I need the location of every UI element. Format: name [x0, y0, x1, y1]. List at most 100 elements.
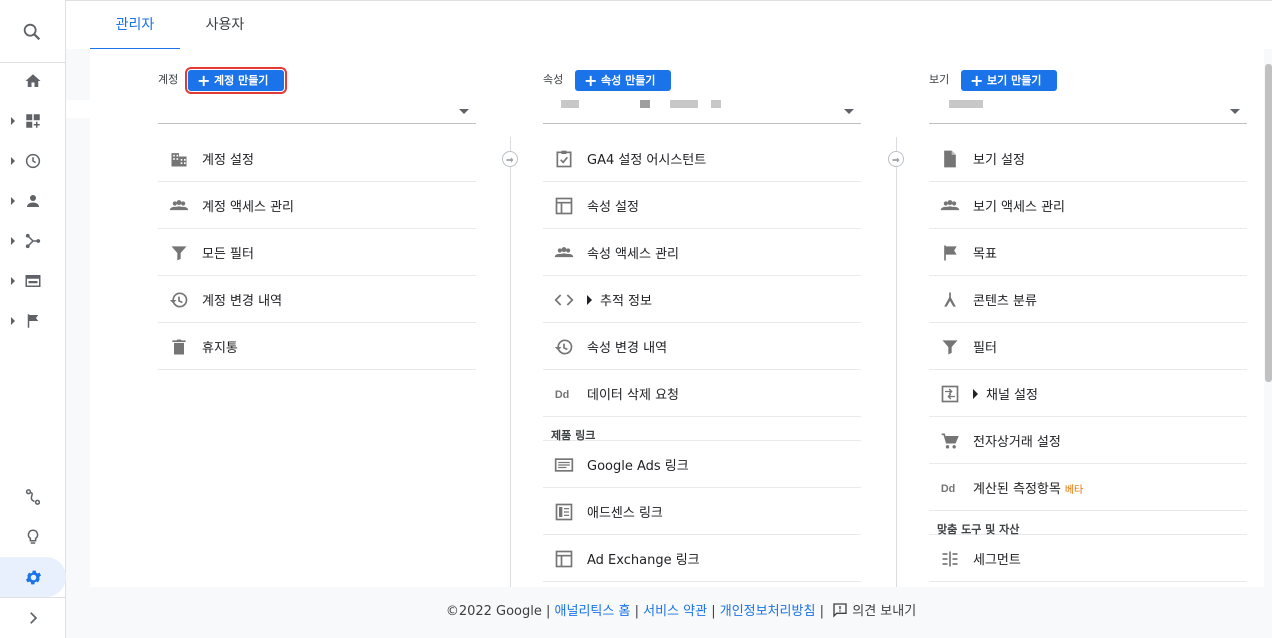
expand-caret-icon [11, 197, 15, 205]
trash-item[interactable]: 휴지통 [158, 323, 476, 370]
tab-user[interactable]: 사용자 [180, 1, 270, 50]
account-access-item[interactable]: 계정 액세스 관리 [158, 182, 476, 229]
google-ads-link-item[interactable]: Google Ads 링크 [543, 441, 861, 488]
expand-caret-icon [11, 277, 15, 285]
analytics-admin-page: 관리자 사용자 계정 + 계정 만들기 계정 설정 계정 액세스 관리 모든 필… [0, 0, 1272, 638]
people-icon [554, 247, 574, 258]
column-divider [896, 137, 897, 587]
browser-icon [25, 275, 41, 287]
account-history-item[interactable]: 계정 변경 내역 [158, 276, 476, 323]
history-icon [554, 339, 573, 355]
create-property-button[interactable]: + 속성 만들기 [575, 70, 672, 91]
account-menu: 계정 설정 계정 액세스 관리 모든 필터 계정 변경 내역 휴지통 [158, 135, 476, 370]
panel-edge [66, 100, 110, 118]
checklist-icon [556, 150, 572, 168]
gear-icon [25, 570, 42, 585]
create-view-button[interactable]: + 보기 만들기 [961, 70, 1058, 91]
view-heading: 보기 [929, 73, 950, 86]
plus-icon: + [584, 71, 598, 90]
menu-item-label: GA4 설정 어시스턴트 [587, 153, 707, 168]
send-feedback-button[interactable]: 의견 보내기 [828, 603, 916, 619]
search-icon[interactable] [21, 21, 43, 43]
dd-icon: Dd [555, 389, 569, 401]
property-history-item[interactable]: 속성 변경 내역 [543, 323, 861, 370]
acquisition-icon [25, 233, 41, 249]
view-settings-item[interactable]: 보기 설정 [929, 135, 1247, 182]
property-access-item[interactable]: 속성 액세스 관리 [543, 229, 861, 276]
create-property-label: 속성 만들기 [601, 74, 656, 87]
privacy-link[interactable]: 개인정보처리방침 [720, 604, 816, 619]
ecommerce-settings-item[interactable]: 전자상거래 설정 [929, 417, 1247, 464]
nav-attribution[interactable] [0, 477, 66, 517]
menu-item-label: 모든 필터 [202, 247, 254, 262]
filter-icon [942, 340, 958, 355]
view-column: 보기 + 보기 만들기 보기 설정 보기 액세스 관리 목표 콘텐츠 분류 필터… [929, 49, 1247, 587]
calculated-metrics-item[interactable]: Dd 계산된 측정항목 베타 [929, 464, 1247, 511]
segments-item[interactable]: 세그먼트 [929, 535, 1247, 582]
dropdown-arrow-icon [1230, 109, 1240, 114]
flag-icon [944, 245, 957, 261]
view-selector[interactable] [929, 97, 1247, 124]
menu-item-label: 속성 변경 내역 [587, 341, 668, 356]
analytics-home-link[interactable]: 애널리틱스 홈 [555, 604, 631, 619]
people-icon [940, 200, 960, 211]
nav-home[interactable] [0, 61, 66, 101]
person-icon [27, 195, 39, 207]
nav-behavior[interactable] [0, 261, 66, 301]
expand-caret-icon [11, 157, 15, 165]
ga4-setup-item[interactable]: GA4 설정 어시스턴트 [543, 135, 861, 182]
redacted-text [949, 100, 983, 108]
account-selector[interactable] [158, 97, 476, 124]
flag-icon [27, 314, 39, 328]
scrollbar[interactable] [1265, 64, 1272, 382]
menu-item-label: Ad Exchange 링크 [587, 553, 700, 568]
nav-discover[interactable] [0, 517, 66, 557]
dropdown-arrow-icon [844, 109, 854, 114]
expand-caret-icon [11, 237, 15, 245]
menu-item-label: 속성 액세스 관리 [587, 247, 679, 262]
adsense-icon [555, 503, 573, 521]
expand-triangle-icon [587, 295, 592, 305]
rail-divider [0, 597, 66, 598]
account-settings-item[interactable]: 계정 설정 [158, 135, 476, 182]
goals-item[interactable]: 목표 [929, 229, 1247, 276]
channel-settings-item[interactable]: 채널 설정 [929, 370, 1247, 417]
trash-icon [172, 339, 186, 355]
data-deletion-item[interactable]: Dd 데이터 삭제 요청 [543, 370, 861, 417]
nav-audience[interactable] [0, 181, 66, 221]
all-filters-item[interactable]: 모든 필터 [158, 229, 476, 276]
adsense-link-item[interactable]: 애드센스 링크 [543, 488, 861, 535]
tracking-info-item[interactable]: 추적 정보 [543, 276, 861, 323]
admin-tab-bar: 관리자 사용자 [66, 0, 1272, 50]
view-access-item[interactable]: 보기 액세스 관리 [929, 182, 1247, 229]
home-icon [25, 74, 41, 87]
property-heading: 속성 [543, 73, 564, 86]
nav-acquisition[interactable] [0, 221, 66, 261]
terms-link[interactable]: 서비스 약관 [643, 604, 707, 619]
view-menu: 보기 설정 보기 액세스 관리 목표 콘텐츠 분류 필터 채널 설정 전자상거래… [929, 135, 1247, 582]
footer-separator: | [819, 604, 824, 619]
beta-badge: 베타 [1064, 485, 1084, 496]
content-grouping-item[interactable]: 콘텐츠 분류 [929, 276, 1247, 323]
dd-icon: Dd [941, 483, 955, 495]
expand-triangle-icon [973, 389, 978, 399]
nav-admin[interactable] [0, 557, 66, 597]
menu-item-label: 계산된 측정항목 베타 [973, 478, 1083, 497]
nav-realtime[interactable] [0, 141, 66, 181]
property-settings-item[interactable]: 속성 설정 [543, 182, 861, 229]
menu-item-label: 애드센스 링크 [587, 506, 663, 521]
property-selector[interactable] [543, 97, 861, 124]
chevron-right-icon[interactable] [24, 609, 42, 627]
create-account-button[interactable]: + 계정 만들기 [184, 67, 288, 94]
property-menu: GA4 설정 어시스턴트 속성 설정 속성 액세스 관리 추적 정보 속성 변경… [543, 135, 861, 582]
view-filters-item[interactable]: 필터 [929, 323, 1247, 370]
create-view-label: 보기 만들기 [987, 74, 1042, 87]
ad-exchange-link-item[interactable]: Ad Exchange 링크 [543, 535, 861, 582]
nav-conversions[interactable] [0, 301, 66, 341]
property-column: 속성 + 속성 만들기 GA4 설정 어시스턴트 속성 설정 속성 액세스 관리 [543, 49, 861, 587]
plus-icon: + [970, 71, 984, 90]
grouping-icon [944, 292, 956, 307]
tab-admin[interactable]: 관리자 [90, 1, 180, 50]
menu-item-label: 추적 정보 [587, 290, 652, 309]
nav-customization[interactable] [0, 101, 66, 141]
